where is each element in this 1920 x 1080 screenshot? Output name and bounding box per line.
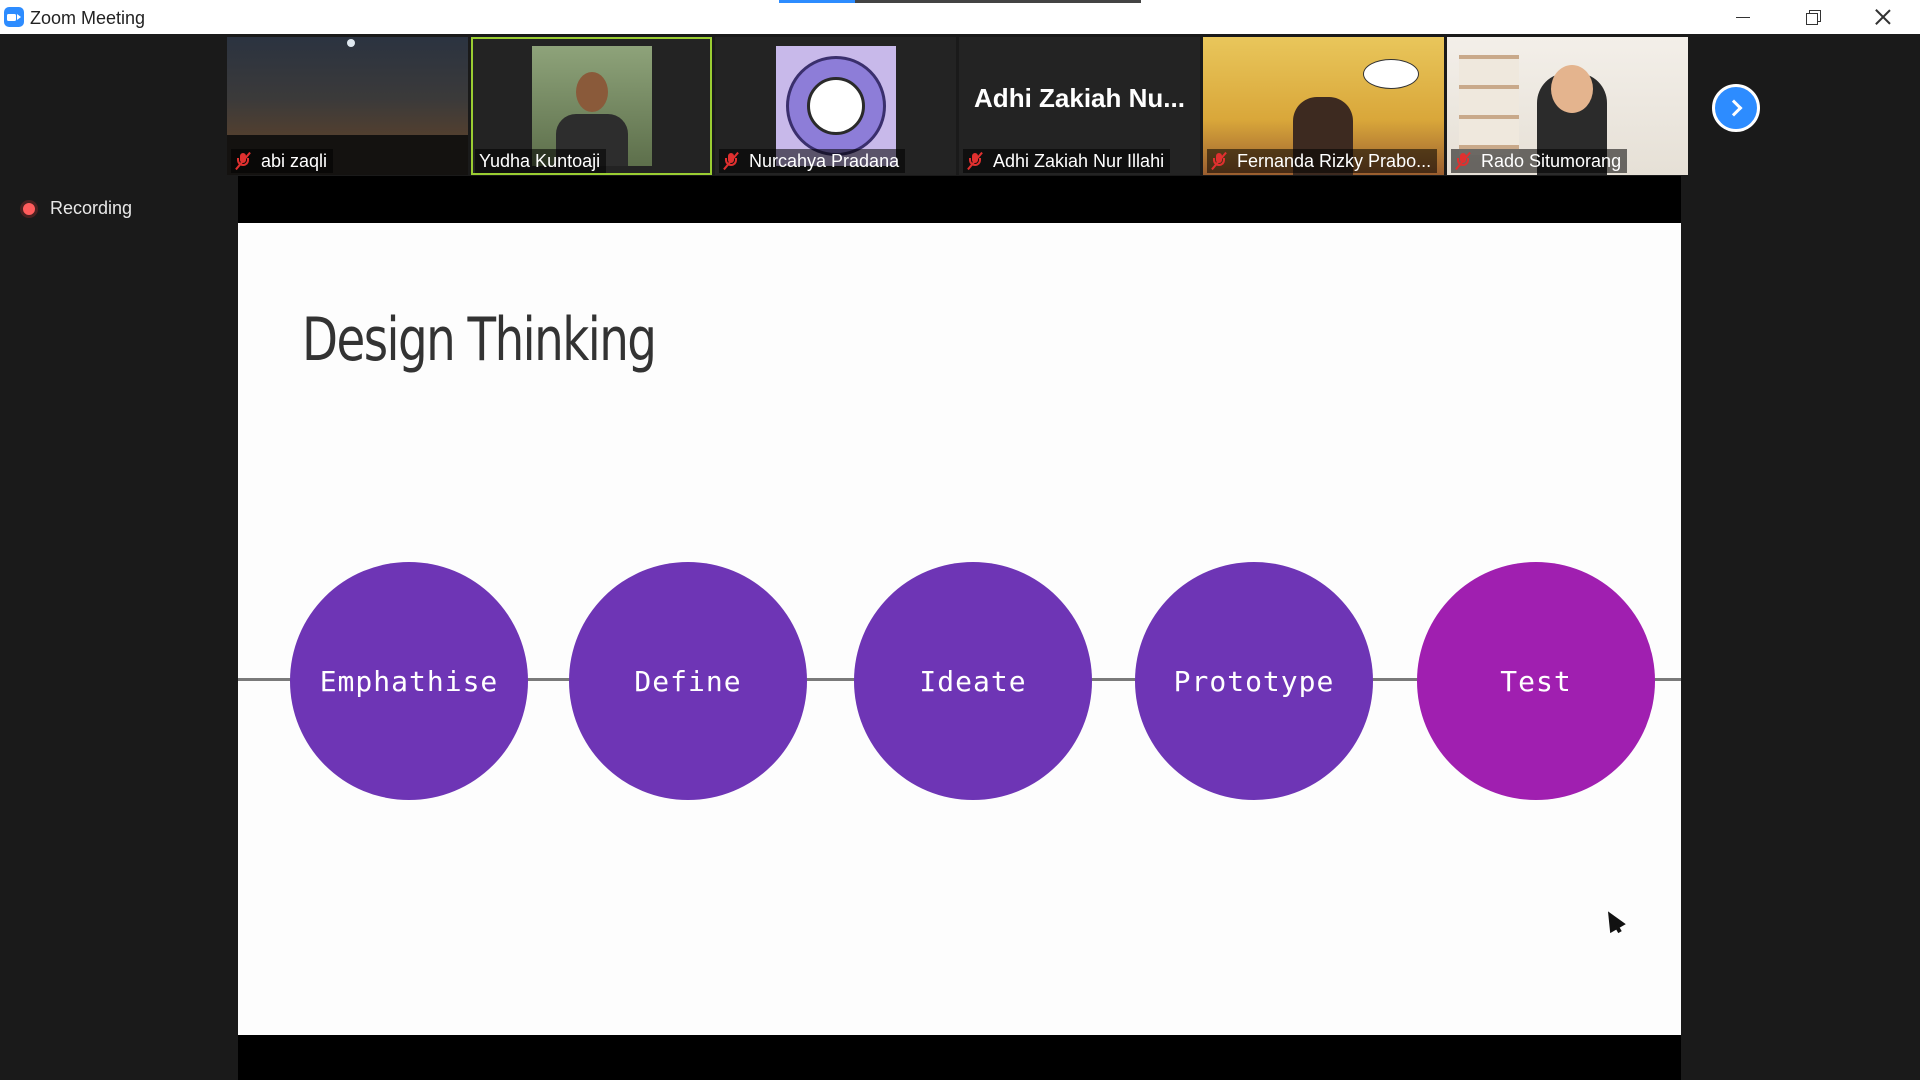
participant-name: Fernanda Rizky Prabo... <box>1237 150 1432 171</box>
participant-name: abi zaqli <box>261 150 328 171</box>
zoom-camera-icon <box>4 7 24 27</box>
close-button[interactable] <box>1848 0 1918 34</box>
close-icon <box>1875 9 1891 25</box>
muted-mic-icon <box>1455 151 1471 171</box>
step-define: Define <box>569 562 807 800</box>
step-test: Test <box>1417 562 1655 800</box>
participant-tile-nurcahya-pradana[interactable]: Nurcahya Pradana <box>715 37 956 175</box>
restore-icon <box>1806 10 1821 25</box>
restore-button[interactable] <box>1778 0 1848 34</box>
recording-label: Recording <box>50 198 133 218</box>
participant-name-row: Yudha Kuntoaji <box>475 149 607 173</box>
participant-video <box>532 46 652 166</box>
participant-name: Yudha Kuntoaji <box>479 150 601 171</box>
record-dot-icon <box>20 199 38 218</box>
participant-tile-rado-situmorang[interactable]: Rado Situmorang <box>1447 37 1688 175</box>
participant-name: Rado Situmorang <box>1481 150 1622 171</box>
slide: Design Thinking Emphathise Define Ideate… <box>238 223 1681 1035</box>
step-emphathise: Emphathise <box>290 562 528 800</box>
share-indicator-fill <box>779 0 856 3</box>
recording-indicator[interactable]: Recording <box>20 198 132 219</box>
step-prototype: Prototype <box>1135 562 1373 800</box>
next-participants-button[interactable] <box>1712 84 1760 132</box>
share-indicator <box>779 0 1141 3</box>
participant-display-name: Adhi Zakiah Nu... <box>974 83 1185 113</box>
participant-name: Nurcahya Pradana <box>749 150 900 171</box>
participant-tile-abi-zaqli[interactable]: abi zaqli <box>227 37 468 175</box>
muted-mic-icon <box>1211 151 1227 171</box>
chevron-right-icon <box>1725 99 1742 117</box>
muted-mic-icon <box>235 151 251 171</box>
participant-name-row: Fernanda Rizky Prabo... <box>1207 149 1438 173</box>
slide-title: Design Thinking <box>302 305 657 375</box>
participant-tile-adhi-zakiah[interactable]: Adhi Zakiah Nu... Adhi Zakiah Nur Illahi <box>959 37 1200 175</box>
participant-avatar <box>776 46 896 166</box>
participant-name-row: Adhi Zakiah Nur Illahi <box>963 149 1171 173</box>
muted-mic-icon <box>967 151 983 171</box>
participant-name-row: Nurcahya Pradana <box>719 149 906 173</box>
participant-name: Adhi Zakiah Nur Illahi <box>993 150 1165 171</box>
window-title: Zoom Meeting <box>30 8 146 28</box>
participant-tile-yudha-kuntoaji[interactable]: Yudha Kuntoaji <box>471 37 712 175</box>
shared-screen: Design Thinking Emphathise Define Ideate… <box>238 176 1681 1080</box>
title-bar: Zoom Meeting <box>0 0 1920 34</box>
minimize-icon <box>1736 16 1750 18</box>
step-ideate: Ideate <box>854 562 1092 800</box>
muted-mic-icon <box>723 151 739 171</box>
minimize-button[interactable] <box>1708 0 1778 34</box>
participant-tile-fernanda[interactable]: Fernanda Rizky Prabo... <box>1203 37 1444 175</box>
participant-name-row: abi zaqli <box>231 149 334 173</box>
participant-name-row: Rado Situmorang <box>1451 149 1628 173</box>
